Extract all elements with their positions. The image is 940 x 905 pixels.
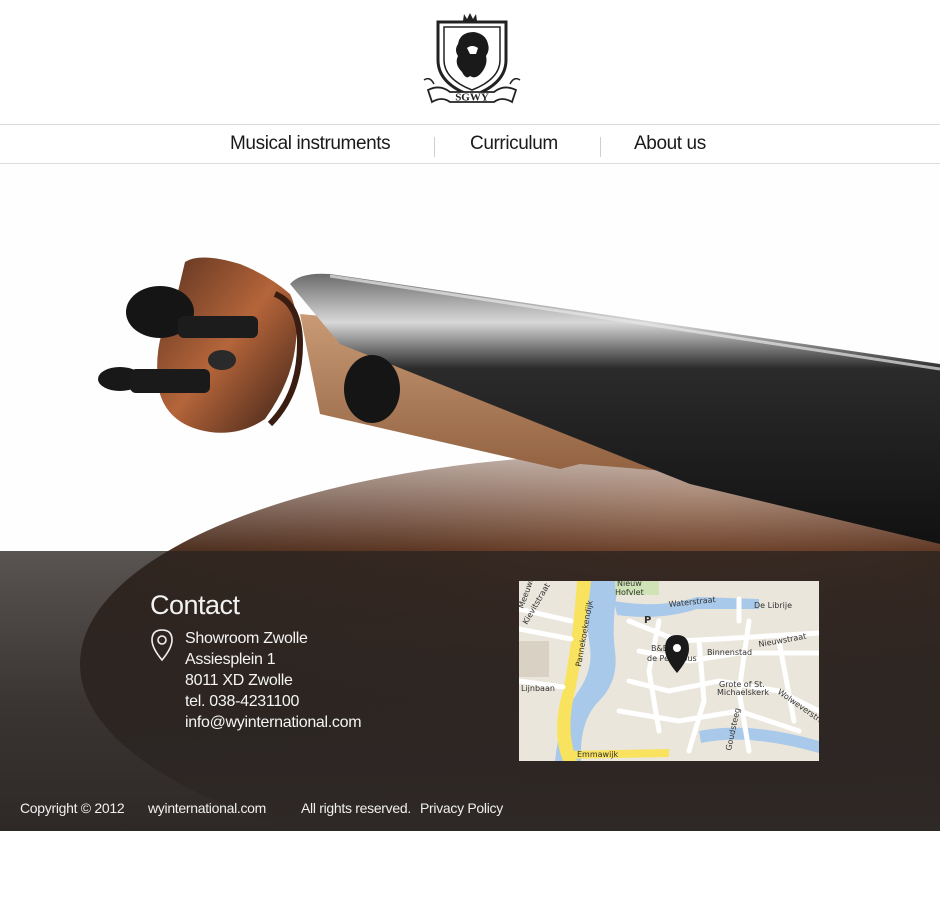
svg-text:Nieuw: Nieuw [617,581,642,588]
rights-text: All rights reserved. [301,800,411,816]
logo-text: SGWY [455,92,489,104]
privacy-policy-link[interactable]: Privacy Policy [420,800,503,816]
site-link[interactable]: wyinternational.com [148,800,266,816]
contact-phone[interactable]: tel. 038-4231100 [185,693,299,711]
nav-divider [600,137,601,157]
lion-crest-shield-icon[interactable]: SGWY [420,10,524,112]
svg-text:Emmawijk: Emmawijk [577,750,619,759]
svg-text:Binnenstad: Binnenstad [707,648,752,657]
svg-text:De Librije: De Librije [754,601,792,610]
copyright-text: Copyright © 2012 [20,800,125,816]
map-pin-icon [151,629,173,662]
svg-text:Hofvlet: Hofvlet [615,588,644,597]
nav-curriculum[interactable]: Curriculum [470,133,558,155]
contact-title: Contact [150,590,240,620]
main-nav: Musical instruments Curriculum About us [0,124,940,164]
nav-about-us[interactable]: About us [634,133,706,155]
svg-text:Michaelskerk: Michaelskerk [717,688,769,697]
site-header: SGWY [0,0,940,124]
contact-email-link[interactable]: info@wyinternational.com [185,714,362,732]
contact-showroom: Showroom Zwolle [185,630,308,647]
contact-postal: 8011 XD Zwolle [185,672,293,689]
nav-musical-instruments[interactable]: Musical instruments [230,133,391,155]
svg-text:P: P [644,615,651,626]
svg-text:Lijnbaan: Lijnbaan [521,684,555,693]
nav-divider [434,137,435,157]
contact-street: Assiesplein 1 [185,651,276,668]
location-map[interactable]: Waterstraat De Librije Nieuw Hofvlet Pan… [519,581,819,761]
